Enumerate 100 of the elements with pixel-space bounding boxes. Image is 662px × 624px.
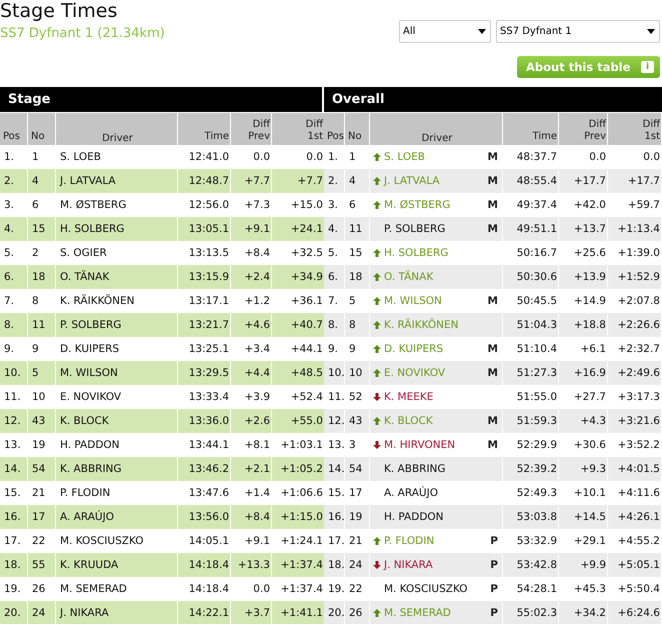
column-header: Time	[503, 113, 558, 145]
class-mark: M	[488, 175, 498, 187]
table-cell: 20.	[0, 601, 27, 624]
table-cell: 13:15.9	[178, 265, 230, 289]
table-cell: +18.8	[559, 313, 607, 337]
driver-name: M. WILSON	[384, 295, 442, 307]
table-cell: J. NIKARA	[56, 601, 177, 624]
driver-name: J. NIKARA	[384, 559, 433, 571]
table-cell: +34.9	[272, 265, 324, 289]
table-cell: 10.	[324, 361, 344, 385]
table-cell: J. LATVALA	[56, 169, 177, 193]
table-cell: 5	[28, 361, 55, 385]
table-cell: +3:21.6	[608, 409, 661, 433]
table-cell: +9.1	[231, 217, 271, 241]
table-cell: 24	[28, 601, 55, 624]
table-cell: 11	[345, 217, 369, 241]
table-cell: +17.7	[559, 169, 607, 193]
table-cell: 49:51.1	[503, 217, 558, 241]
class-mark: P	[490, 607, 498, 619]
table-cell: 14:18.4	[178, 553, 230, 577]
driver-name: J. LATVALA	[384, 175, 440, 187]
driver-name: M. ØSTBERG	[384, 199, 450, 211]
driver-name: K. BLOCK	[384, 415, 433, 427]
table-cell: 18	[345, 265, 369, 289]
column-header: Diff 1st	[608, 113, 661, 145]
table-cell: 4.	[324, 217, 344, 241]
table-cell: 13:56.0	[178, 505, 230, 529]
column-header: Time	[178, 113, 230, 145]
table-cell: 18.	[0, 553, 27, 577]
table-cell: +14.5	[559, 505, 607, 529]
table-cell: 20.	[324, 601, 344, 624]
section-header: Stage	[0, 87, 322, 112]
table-cell: 55:02.3	[503, 601, 558, 624]
driver-name: M. HIRVONEN	[384, 439, 456, 451]
table-cell: 2.	[0, 169, 27, 193]
filter-dropdown[interactable]: SS7 Dyfnant 1	[496, 20, 660, 43]
table-cell: +2.4	[231, 265, 271, 289]
table-cell: 8.	[324, 313, 344, 337]
driver-name: S. LOEB	[384, 151, 425, 163]
table-cell: 53:03.8	[503, 505, 558, 529]
table-cell: 12.	[324, 409, 344, 433]
table-cell: 6.	[0, 265, 27, 289]
table-cell: +2:26.6	[608, 313, 661, 337]
up-arrow-icon	[373, 609, 381, 617]
up-arrow-icon	[373, 537, 381, 545]
table-cell: 54	[28, 457, 55, 481]
up-arrow-icon	[373, 297, 381, 305]
driver-name: D. KUIPERS	[384, 343, 444, 355]
table-cell: +1:41.1	[272, 601, 324, 624]
table-cell: 52:39.2	[503, 457, 558, 481]
up-arrow-icon	[373, 345, 381, 353]
table-cell: 18	[28, 265, 55, 289]
table-cell: 48:55.4	[503, 169, 558, 193]
table-cell: +4.6	[231, 313, 271, 337]
table-cell: +24.1	[272, 217, 324, 241]
table-cell: +8.4	[231, 505, 271, 529]
table-cell: 13:36.0	[178, 409, 230, 433]
class-mark: M	[488, 295, 498, 307]
table-cell: +7.7	[272, 169, 324, 193]
table-cell: 19	[345, 505, 369, 529]
table-cell: +9.9	[559, 553, 607, 577]
table-cell: M. WILSON	[56, 361, 177, 385]
table-cell: +6:24.6	[608, 601, 661, 624]
column-header: Diff 1st	[272, 113, 324, 145]
table-cell: A. ARAÚJO	[56, 505, 177, 529]
table-cell: 17	[28, 505, 55, 529]
class-mark: M	[488, 223, 498, 235]
table-cell: +40.7	[272, 313, 324, 337]
table-cell: 16.	[324, 505, 344, 529]
class-mark: P	[490, 583, 498, 595]
column-header: Driver	[56, 113, 177, 145]
up-arrow-icon	[373, 369, 381, 377]
caret-icon	[647, 29, 655, 34]
down-arrow-icon	[373, 441, 381, 449]
table-cell: +1:05.2	[272, 457, 324, 481]
table-cell: 53:42.8	[503, 553, 558, 577]
table-cell: +5:05.1	[608, 553, 661, 577]
table-cell: 43	[345, 409, 369, 433]
driver-name: O. TÄNAK	[384, 271, 434, 283]
table-cell: +2.6	[231, 409, 271, 433]
table-cell: 8	[345, 313, 369, 337]
table-cell: H. SOLBERG	[56, 217, 177, 241]
table-cell: 14:22.1	[178, 601, 230, 624]
caret-icon	[478, 29, 486, 34]
table-cell: 14.	[324, 457, 344, 481]
filter-dropdown[interactable]: All	[399, 20, 491, 43]
driver-name: P. SOLBERG	[384, 223, 446, 235]
driver-name: K. ABBRING	[384, 463, 446, 475]
column-header: Pos	[0, 113, 27, 145]
class-mark: M	[488, 151, 498, 163]
column-header: Driver	[370, 113, 502, 145]
table-cell: +17.7	[608, 169, 661, 193]
table-cell: +2:49.6	[608, 361, 661, 385]
driver-name: A. ARAÚJO	[384, 487, 438, 499]
driver-name: H. SOLBERG	[384, 247, 448, 259]
table-cell: 26	[345, 601, 369, 624]
column-header: No	[28, 113, 55, 145]
table-cell: 14.	[0, 457, 27, 481]
table-cell: +3.7	[231, 601, 271, 624]
page-title: Stage Times	[0, 0, 118, 22]
